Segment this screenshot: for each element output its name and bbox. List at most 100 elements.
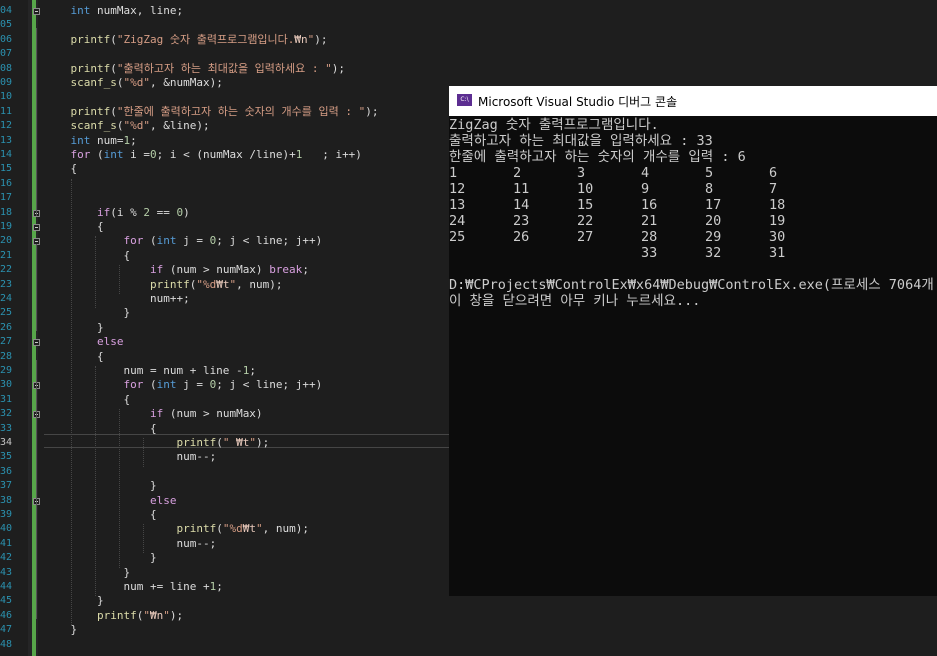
code-token: "ZigZag 숫자 출력프로그램입니다.: [116, 32, 295, 46]
code-line: }: [44, 566, 130, 580]
code-token: printf: [96, 608, 137, 622]
code-token: scanf_s: [70, 76, 117, 89]
console-output-value: 14: [513, 197, 530, 213]
console-line: ZigZag 숫자 출력프로그램입니다.: [449, 117, 659, 133]
code-line: }: [44, 623, 77, 637]
code-token: }: [44, 320, 104, 334]
code-line: int num=1;: [44, 134, 137, 148]
code-token: }: [44, 565, 131, 579]
code-token: else: [149, 493, 177, 507]
line-number: 04: [0, 5, 13, 16]
line-number: 35: [0, 451, 13, 463]
line-number-gutter: 04 05 06 07 08 09 10 11 12 13 14 15 16 17 18 19 20 21 22 23…: [0, 0, 28, 656]
code-line: printf("₩n");: [44, 609, 183, 623]
code-token: {: [44, 421, 157, 435]
code-token: printf: [70, 104, 111, 118]
code-token: 2: [143, 205, 150, 219]
line-number: 41: [0, 537, 13, 549]
code-token: ₩t: [236, 436, 250, 449]
code-token: scanf_s: [70, 119, 117, 133]
code-token: ": [255, 522, 263, 536]
collapse-toggle-icon[interactable]: [33, 339, 40, 347]
code-token: );: [255, 436, 270, 449]
code-token: {: [44, 508, 157, 521]
code-token: j =: [176, 378, 210, 392]
line-number: 27: [0, 336, 13, 348]
console-output-value: 25: [449, 229, 466, 245]
code-token: (num > numMax): [163, 407, 263, 421]
code-line: else: [44, 493, 177, 508]
code-token: for: [70, 148, 91, 161]
line-number: 20: [0, 235, 13, 247]
console-output-value: 6: [769, 165, 778, 181]
console-line: D:₩CProjects₩ControlEx₩x64₩Debug₩Control…: [449, 277, 934, 293]
console-titlebar[interactable]: C:\ Microsoft Visual Studio 디버그 콘솔: [449, 86, 937, 116]
code-line: num += line +1;: [44, 580, 222, 594]
line-number: 45: [0, 595, 13, 607]
console-output-value: 12: [449, 181, 466, 197]
line-number: 37: [0, 480, 13, 492]
code-token: {: [44, 248, 131, 262]
code-token: int: [70, 4, 91, 17]
code-token: ==: [149, 205, 177, 219]
code-token: {: [44, 220, 104, 233]
console-output-value: 23: [513, 213, 530, 229]
line-number: 07: [0, 48, 13, 60]
console-app-icon: C:\: [457, 94, 472, 106]
code-token: j =: [176, 234, 210, 248]
code-token: int: [70, 133, 91, 147]
console-line: 출력하고자 하는 최대값을 입력하세요 : 33: [449, 133, 713, 149]
console-output-value: 2: [513, 165, 522, 181]
line-number: 14: [0, 149, 13, 160]
line-number: 34: [0, 437, 13, 448]
console-output-value: 4: [641, 165, 650, 181]
line-number: 31: [0, 393, 13, 405]
console-output-value: 19: [769, 213, 786, 229]
code-line: int numMax, line;: [44, 4, 184, 18]
line-number: 13: [0, 134, 13, 146]
console-output-value: 32: [705, 245, 722, 261]
code-line: }: [44, 479, 157, 493]
code-token: ₩n: [149, 608, 164, 622]
code-token: , &numMax);: [149, 76, 223, 89]
line-number: 40: [0, 523, 13, 535]
debug-console-window[interactable]: C:\ Microsoft Visual Studio 디버그 콘솔 ZigZa…: [449, 86, 937, 596]
line-number: 18: [0, 206, 13, 218]
collapse-toggle-icon[interactable]: [33, 8, 40, 15]
code-line: if(i % 2 == 0): [44, 206, 190, 220]
code-line: printf("한줄에 출력하고자 하는 숫자의 개수를 입력 : ");: [44, 105, 379, 119]
console-output-value: 13: [449, 197, 466, 213]
code-line: printf("%d₩t", num);: [44, 278, 282, 292]
console-output-value: 27: [577, 229, 594, 245]
code-line: {: [44, 162, 77, 176]
code-token: ;: [302, 263, 309, 277]
line-number: 47: [0, 624, 13, 636]
code-line: num--;: [44, 537, 216, 551]
code-token: (: [216, 522, 223, 536]
console-output[interactable]: ZigZag 숫자 출력프로그램입니다. 출력하고자 하는 최대값을 입력하세요 …: [449, 116, 937, 596]
code-token: (: [110, 61, 117, 75]
console-output-value: 18: [769, 197, 786, 213]
code-token: {: [44, 162, 78, 176]
console-output-value: 10: [577, 181, 594, 197]
collapse-toggle-icon[interactable]: [33, 224, 40, 231]
code-token: num++;: [44, 292, 190, 305]
outline-line: [36, 359, 37, 619]
code-token: break: [269, 263, 303, 277]
code-token: ; i < (numMax /line)+: [156, 148, 296, 161]
console-output-value: 31: [769, 245, 786, 261]
code-token: int: [103, 148, 124, 161]
console-output-value: 3: [577, 165, 586, 181]
code-line: }: [44, 306, 130, 320]
code-token: ₩t: [242, 522, 256, 536]
code-token: "%d": [123, 119, 150, 133]
console-output-value: 30: [769, 229, 786, 245]
console-output-value: 5: [705, 165, 714, 181]
code-line: }: [44, 594, 104, 608]
code-token: num = num + line -: [44, 364, 243, 377]
console-output-value: 9: [641, 181, 650, 197]
code-token: ): [183, 205, 190, 219]
